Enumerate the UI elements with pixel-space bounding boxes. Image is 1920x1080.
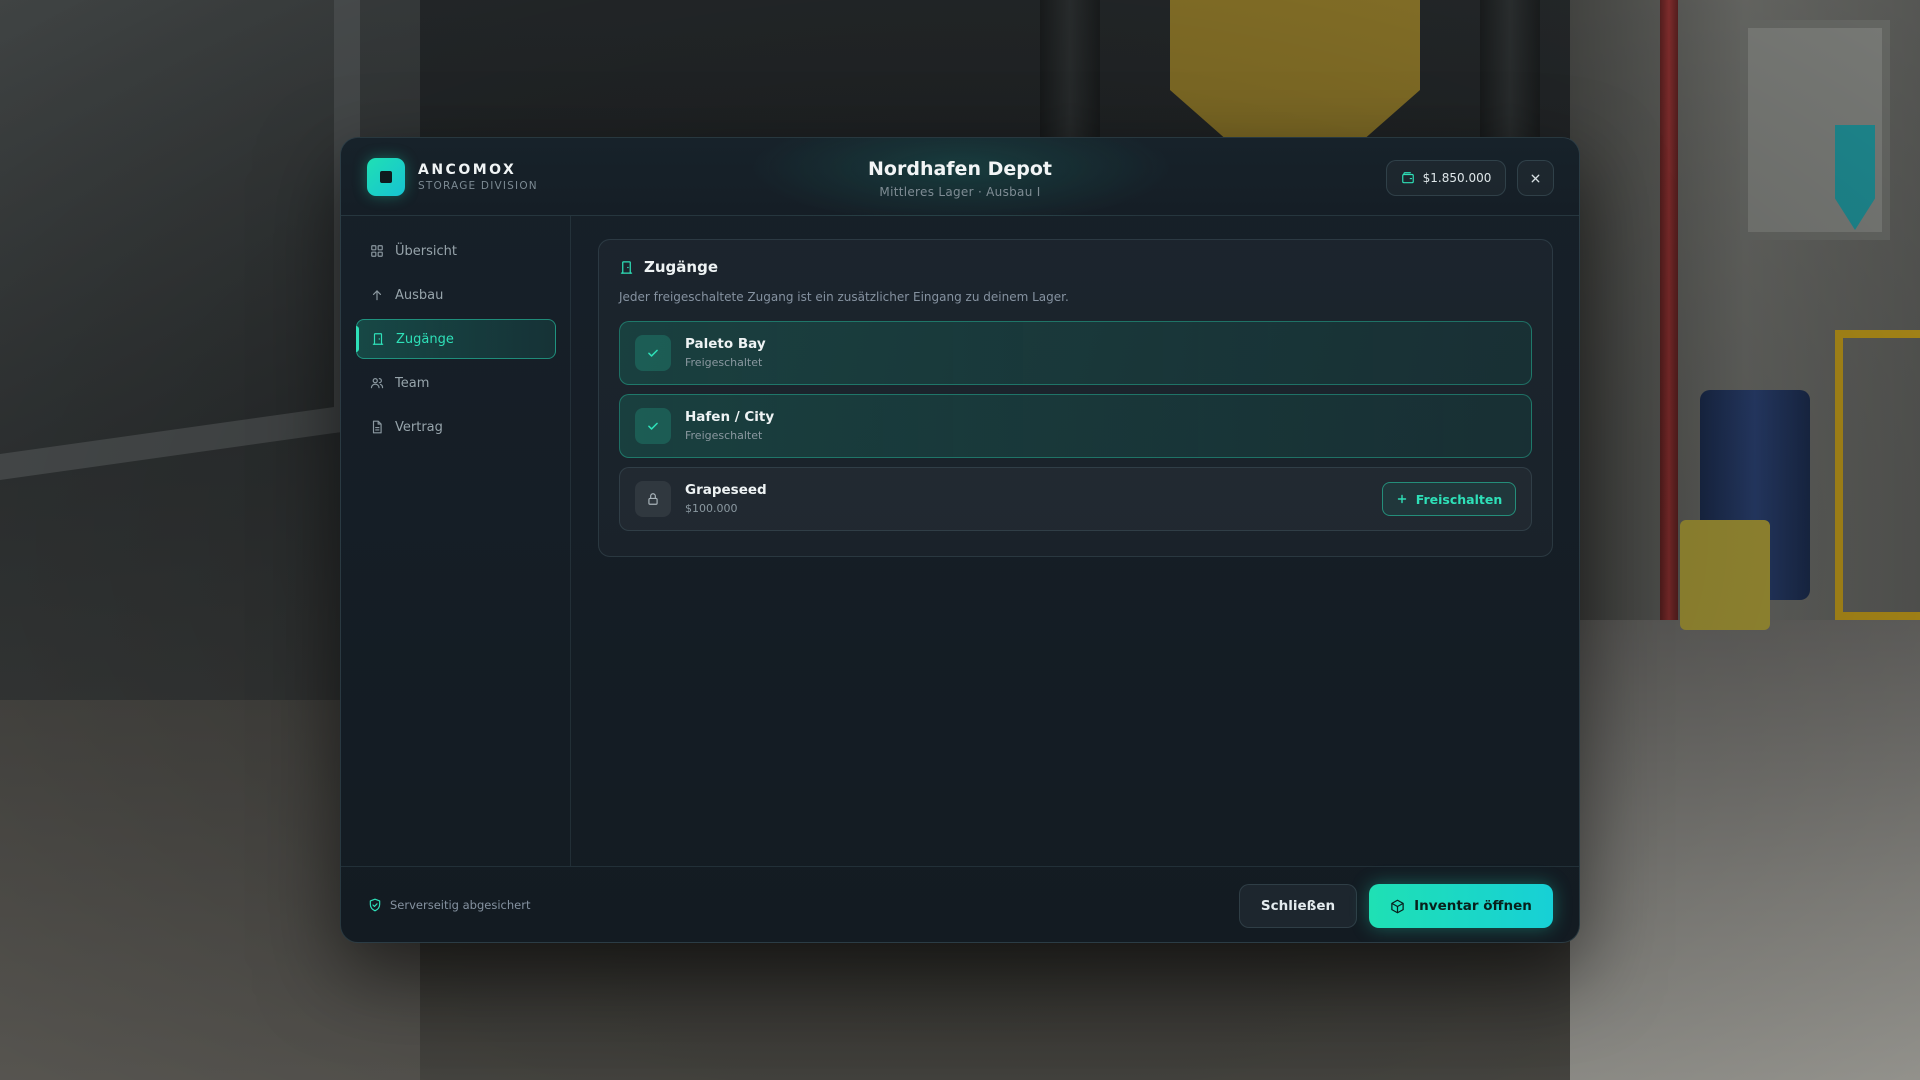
document-icon (372, 420, 382, 434)
secure-note: Serverseitig abgesichert (368, 898, 530, 912)
unlock-label: Freischalten (1415, 491, 1503, 507)
access-row: Grapeseed $100.000 Freischalten (619, 467, 1532, 531)
access-row: Paleto Bay Freigeschaltet (619, 321, 1532, 385)
access-row: Hafen / City Freigeschaltet (619, 394, 1532, 458)
close-icon (1531, 174, 1540, 182)
sidebar-item-label: Vertrag (395, 419, 443, 435)
sidebar-item-uebersicht[interactable]: Übersicht (356, 231, 556, 271)
sidebar-item-team[interactable]: Team (356, 363, 556, 403)
balance-badge: $1.850.000 (1386, 160, 1506, 196)
modal-footer: Serverseitig abgesichert Schließen Inven… (341, 866, 1579, 942)
users-icon (370, 378, 384, 389)
plus-icon (1397, 494, 1406, 504)
access-card: Zugänge Jeder freigeschaltete Zugang ist… (598, 239, 1553, 557)
card-header: Zugänge (619, 258, 718, 276)
check-icon (635, 408, 671, 444)
wallet-icon (1401, 172, 1414, 184)
door-icon (372, 333, 384, 345)
sidebar-item-label: Übersicht (395, 243, 457, 259)
unlock-button[interactable]: Freischalten (1382, 482, 1516, 516)
sidebar-item-vertrag[interactable]: Vertrag (356, 407, 556, 447)
sidebar-item-ausbau[interactable]: Ausbau (356, 275, 556, 315)
box-icon (1391, 899, 1404, 913)
open-inventory-button[interactable]: Inventar öffnen (1369, 884, 1553, 928)
check-icon (635, 335, 671, 371)
shield-check-icon (369, 898, 381, 912)
secure-note-text: Serverseitig abgesichert (390, 898, 531, 912)
brand-logo-icon (367, 158, 405, 196)
close-button[interactable] (1517, 160, 1554, 196)
sidebar-item-label: Ausbau (395, 287, 444, 303)
brand-subtitle: STORAGE DIVISION (418, 179, 538, 192)
sidebar-item-label: Zugänge (396, 331, 454, 347)
modal-header: ANCOMOX STORAGE DIVISION Nordhafen Depot… (341, 138, 1579, 216)
access-name: Hafen / City (685, 409, 775, 426)
access-status: Freigeschaltet (685, 428, 763, 442)
sidebar-nav: Übersicht Ausbau Zugänge Team Vertrag (341, 216, 571, 866)
lock-icon (635, 481, 671, 517)
card-title: Zugänge (644, 258, 719, 276)
storage-modal: ANCOMOX STORAGE DIVISION Nordhafen Depot… (340, 137, 1580, 943)
access-name: Grapeseed (685, 482, 767, 499)
open-inventory-label: Inventar öffnen (1414, 898, 1532, 914)
card-description: Jeder freigeschaltete Zugang ist ein zus… (619, 290, 1069, 304)
sidebar-item-zugaenge[interactable]: Zugänge (356, 319, 556, 359)
footer-close-button[interactable]: Schließen (1239, 884, 1357, 928)
door-icon (620, 260, 633, 274)
access-name: Paleto Bay (685, 336, 766, 353)
sidebar-item-label: Team (395, 375, 430, 391)
balance-amount: $1.850.000 (1422, 171, 1492, 185)
access-price: $100.000 (685, 501, 738, 515)
access-status: Freigeschaltet (685, 355, 763, 369)
brand-name: ANCOMOX (418, 161, 517, 178)
main-content: Zugänge Jeder freigeschaltete Zugang ist… (571, 216, 1579, 866)
brand: ANCOMOX STORAGE DIVISION (367, 158, 538, 196)
grid-icon (371, 245, 383, 257)
arrow-up-icon (372, 290, 382, 301)
